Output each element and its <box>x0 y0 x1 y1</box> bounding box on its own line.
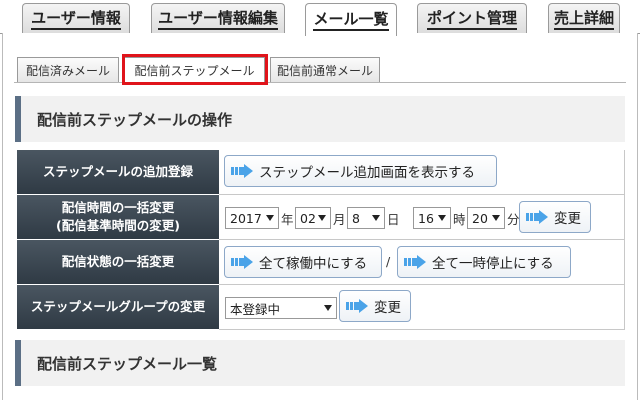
section-title: 配信前ステップメールの操作 <box>37 110 233 129</box>
select-value: 20 <box>472 210 488 226</box>
change-group-button[interactable]: 変更 <box>339 290 411 322</box>
subtab-label: 配信済みメール <box>25 63 110 78</box>
arrow-right-icon <box>404 255 426 269</box>
chevron-down-icon <box>266 215 274 221</box>
section-header-list: 配信前ステップメール一覧 <box>15 340 625 386</box>
tab-user-info[interactable]: ユーザー情報 <box>22 3 130 34</box>
change-time-button[interactable]: 変更 <box>519 201 591 233</box>
arrow-right-icon <box>231 255 253 269</box>
separator: / <box>386 254 391 269</box>
button-label: 全て一時停止にする <box>432 256 554 272</box>
month-unit: 月 <box>333 212 346 227</box>
subtab-sent-mail[interactable]: 配信済みメール <box>17 57 119 82</box>
tab-label: ユーザー情報 <box>31 9 121 30</box>
chevron-down-icon <box>324 305 332 311</box>
arrow-right-icon <box>346 299 368 313</box>
tab-label: ポイント管理 <box>426 9 517 30</box>
label-text: 配信時間の一括変更 <box>61 200 175 215</box>
arrow-right-icon <box>526 210 548 224</box>
subtab-pending-normal-mail[interactable]: 配信前通常メール <box>270 57 380 82</box>
button-label: ステップメール追加画面を表示する <box>259 165 475 181</box>
tab-label: 売上詳細 <box>553 9 614 30</box>
label-text: 配信状態の一括変更 <box>61 254 175 269</box>
button-label: 変更 <box>374 300 401 316</box>
tab-label: ユーザー情報編集 <box>158 9 278 30</box>
section-header-operations: 配信前ステップメールの操作 <box>15 96 625 142</box>
tab-mail-list[interactable]: メール一覧 <box>305 3 397 36</box>
label-text: ステップメールの追加登録 <box>42 164 193 179</box>
minute-unit: 分 <box>507 212 520 227</box>
button-label: 全て稼働中にする <box>259 256 368 272</box>
select-value: 2017 <box>230 210 262 226</box>
subtab-label: 配信前通常メール <box>276 63 373 78</box>
chevron-down-icon <box>372 215 380 221</box>
group-select[interactable]: 本登録中 <box>225 297 337 319</box>
hour-unit: 時 <box>453 212 466 227</box>
year-select[interactable]: 2017 <box>225 207 279 229</box>
select-value: 02 <box>300 210 316 226</box>
hour-select[interactable]: 16 <box>413 207 451 229</box>
show-add-screen-button[interactable]: ステップメール追加画面を表示する <box>224 155 497 187</box>
month-select[interactable]: 02 <box>295 207 331 229</box>
select-value: 8 <box>352 210 360 226</box>
tab-label: メール一覧 <box>313 10 389 31</box>
row-label-group-change: ステップメールグループの変更 <box>17 285 219 330</box>
highlight-frame <box>122 54 268 85</box>
row-label-add: ステップメールの追加登録 <box>17 150 219 195</box>
arrow-right-icon <box>231 164 253 178</box>
tab-sales-detail[interactable]: 売上詳細 <box>548 3 620 34</box>
tab-point-management[interactable]: ポイント管理 <box>417 3 527 34</box>
row-cell-add: ステップメール追加画面を表示する <box>219 150 625 195</box>
minute-select[interactable]: 20 <box>467 207 505 229</box>
row-label-status-change: 配信状態の一括変更 <box>17 240 219 285</box>
label-subtext: (配信基準時間の変更) <box>56 218 180 233</box>
chevron-down-icon <box>492 215 500 221</box>
section-title: 配信前ステップメール一覧 <box>37 354 218 373</box>
select-value: 本登録中 <box>230 301 281 317</box>
chevron-down-icon <box>318 215 326 221</box>
label-text: ステップメールグループの変更 <box>30 299 206 314</box>
row-label-time-change: 配信時間の一括変更 (配信基準時間の変更) <box>17 195 219 240</box>
day-unit: 日 <box>387 212 400 227</box>
tab-user-info-edit[interactable]: ユーザー情報編集 <box>151 3 285 34</box>
day-select[interactable]: 8 <box>347 207 385 229</box>
row-cell-group-change: 本登録中 変更 <box>219 285 625 330</box>
button-label: 変更 <box>554 211 581 227</box>
select-value: 16 <box>418 210 434 226</box>
year-unit: 年 <box>281 212 294 227</box>
row-cell-time-change: 2017 年 02 月 8 日 16 時 20 分 変更 <box>219 195 625 240</box>
sub-tab-baseline <box>14 82 626 83</box>
row-cell-status-change: 全て稼働中にする / 全て一時停止にする <box>219 240 625 285</box>
set-all-paused-button[interactable]: 全て一時停止にする <box>397 246 571 278</box>
chevron-down-icon <box>438 215 446 221</box>
set-all-active-button[interactable]: 全て稼働中にする <box>224 246 382 278</box>
